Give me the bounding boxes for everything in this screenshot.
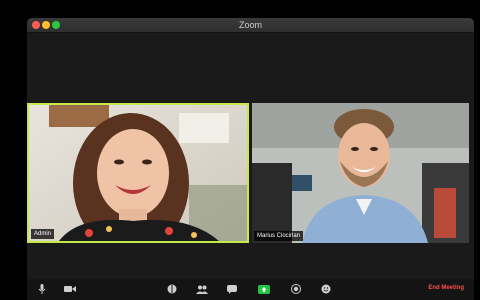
participant-name-tag: Marius Ciocirlan xyxy=(254,231,304,241)
participant-video-admin xyxy=(29,105,247,241)
participant-tile-marius[interactable]: Marius Ciocirlan xyxy=(252,103,469,243)
participants-icon[interactable] xyxy=(195,282,209,296)
video-stage: Admin Marius Ciocirlan xyxy=(27,33,474,279)
microphone-icon[interactable] xyxy=(35,282,49,296)
share-screen-icon[interactable] xyxy=(257,282,271,296)
record-icon[interactable] xyxy=(289,282,303,296)
participant-name-tag: Admin xyxy=(31,229,55,239)
reactions-icon[interactable] xyxy=(319,282,333,296)
end-meeting-button[interactable]: End Meeting xyxy=(428,285,464,291)
chat-icon[interactable] xyxy=(225,282,239,296)
participant-tile-admin[interactable]: Admin xyxy=(27,103,249,243)
video-icon[interactable] xyxy=(63,282,77,296)
title-bar: Zoom xyxy=(27,18,474,33)
zoom-window: Zoom Admin Marius Ciocirlan End Meeting xyxy=(27,18,474,300)
participant-video-marius xyxy=(252,103,469,243)
meeting-toolbar: End Meeting xyxy=(27,279,474,300)
window-title: Zoom xyxy=(238,20,262,30)
security-icon[interactable] xyxy=(165,282,179,296)
